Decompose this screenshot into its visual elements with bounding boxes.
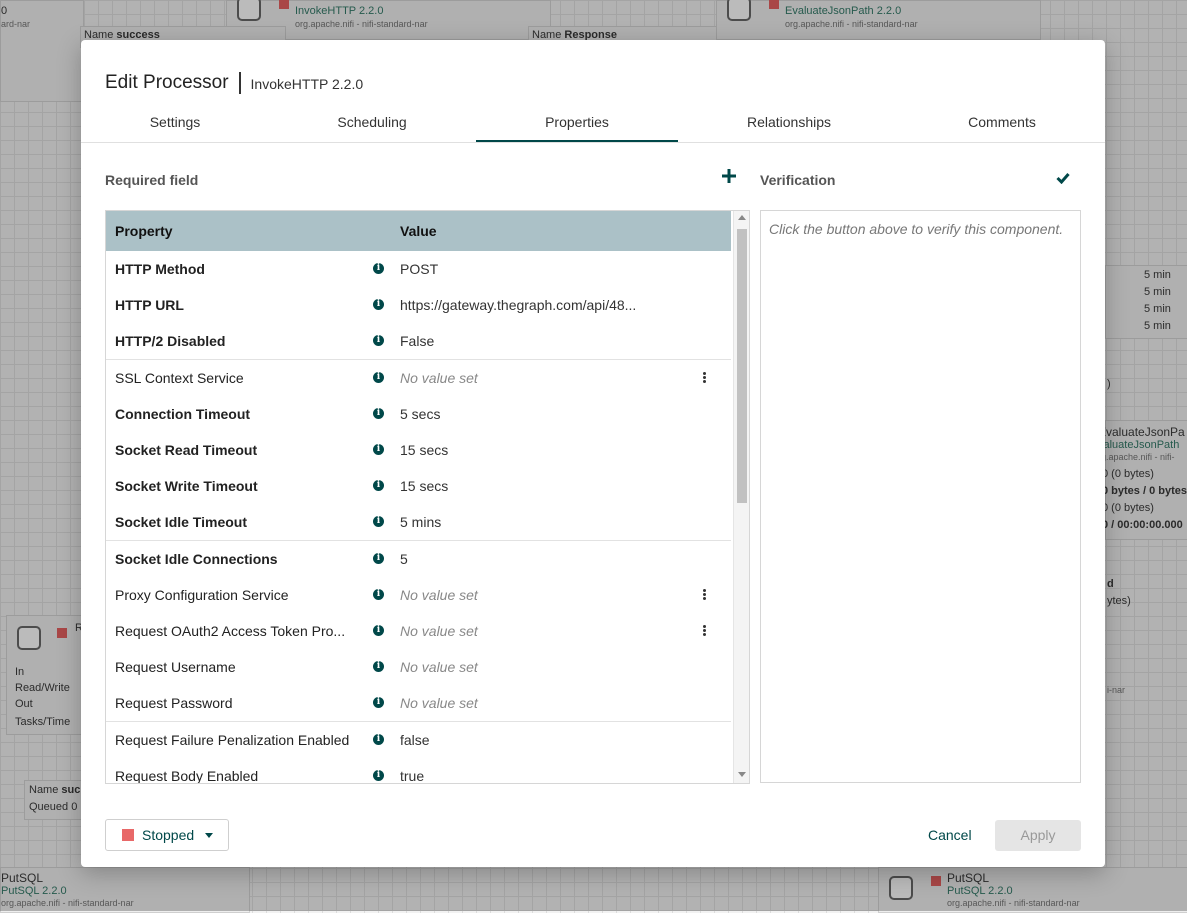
property-value[interactable]: 5 mins xyxy=(400,514,441,530)
info-icon[interactable]: i xyxy=(373,625,384,636)
info-icon[interactable]: i xyxy=(373,733,384,745)
property-value[interactable]: No value set xyxy=(400,695,478,711)
property-value[interactable]: true xyxy=(400,768,424,783)
properties-table: Property Value HTTP Method i POST HTTP URL i… xyxy=(105,210,750,784)
table-row[interactable]: Request Body Enabled i true xyxy=(106,757,731,784)
property-name: HTTP/2 Disabled xyxy=(115,333,226,350)
property-name: HTTP URL xyxy=(115,297,184,314)
table-row[interactable]: Request Failure Penalization Enabled i fal… xyxy=(106,721,731,759)
info-icon[interactable]: i xyxy=(373,371,384,383)
tab-bar: Settings Scheduling Properties Relations… xyxy=(81,102,1105,143)
dialog-title: Edit Processor InvokeHTTP 2.2.0 xyxy=(105,72,363,94)
verification-label: Verification xyxy=(760,172,836,188)
table-row[interactable]: Socket Idle Timeout i 5 mins xyxy=(106,504,731,542)
caret-down-icon xyxy=(205,833,213,838)
table-row[interactable]: Proxy Configuration Service i No value set xyxy=(106,576,731,614)
property-name: Request Body Enabled xyxy=(115,767,259,784)
stopped-icon xyxy=(122,829,134,841)
property-value[interactable]: No value set xyxy=(400,587,478,603)
run-status-button[interactable]: Stopped xyxy=(105,819,229,851)
table-row[interactable]: SSL Context Service i No value set xyxy=(106,359,731,397)
table-scrollbar[interactable] xyxy=(733,211,749,783)
table-row[interactable]: Request OAuth2 Access Token Pro... i No va… xyxy=(106,613,731,650)
property-value[interactable]: 15 secs xyxy=(400,442,448,458)
cancel-button[interactable]: Cancel xyxy=(928,827,972,843)
tab-comments[interactable]: Comments xyxy=(902,102,1102,142)
table-row[interactable]: Connection Timeout i 5 secs xyxy=(106,395,731,433)
info-icon[interactable]: i xyxy=(373,697,384,709)
more-options-icon[interactable] xyxy=(703,371,706,384)
header-property: Property xyxy=(115,223,173,239)
table-row[interactable]: Request Password i No value set xyxy=(106,685,731,723)
info-icon[interactable]: i xyxy=(373,444,384,455)
property-name: Socket Read Timeout xyxy=(115,442,258,458)
add-property-icon[interactable] xyxy=(722,169,736,183)
property-value[interactable]: 5 xyxy=(400,551,408,567)
required-field-label: Required field xyxy=(105,172,199,188)
property-value[interactable]: No value set xyxy=(400,623,478,639)
dialog-title-text: Edit Processor xyxy=(105,72,229,93)
table-row[interactable]: Socket Read Timeout i 15 secs xyxy=(106,432,731,469)
verification-panel: Click the button above to verify this co… xyxy=(760,210,1081,783)
header-value: Value xyxy=(400,223,437,239)
table-row[interactable]: HTTP/2 Disabled i False xyxy=(106,323,731,361)
property-name: Request Failure Penalization Enabled xyxy=(115,731,350,748)
property-name: HTTP Method xyxy=(115,261,205,277)
dialog-subtitle: InvokeHTTP 2.2.0 xyxy=(250,76,364,92)
property-name: Request OAuth2 Access Token Pro... xyxy=(115,623,346,639)
property-name: Socket Write Timeout xyxy=(115,478,258,495)
info-icon[interactable]: i xyxy=(373,480,384,492)
scroll-up-icon[interactable] xyxy=(738,215,746,220)
run-status-label: Stopped xyxy=(142,827,195,843)
property-name: Socket Idle Timeout xyxy=(115,514,247,531)
info-icon[interactable]: i xyxy=(373,407,384,419)
title-divider xyxy=(238,72,241,94)
property-name: Socket Idle Connections xyxy=(115,550,278,567)
property-name: Request Password xyxy=(115,695,233,712)
table-row[interactable]: Socket Idle Connections i 5 xyxy=(106,540,731,578)
verify-check-icon[interactable] xyxy=(1056,172,1070,184)
property-value[interactable]: 5 secs xyxy=(400,406,440,422)
info-icon[interactable]: i xyxy=(373,588,384,600)
property-value[interactable]: POST xyxy=(400,261,438,277)
info-icon[interactable]: i xyxy=(373,263,384,274)
info-icon[interactable]: i xyxy=(373,516,384,528)
property-value[interactable]: No value set xyxy=(400,370,478,386)
more-options-icon[interactable] xyxy=(703,625,706,637)
property-value[interactable]: false xyxy=(400,732,430,748)
verification-text: Click the button above to verify this co… xyxy=(769,221,1064,237)
apply-button[interactable]: Apply xyxy=(995,820,1081,851)
more-options-icon[interactable] xyxy=(703,588,706,601)
property-name: Request Username xyxy=(115,659,236,676)
info-icon[interactable]: i xyxy=(373,661,384,673)
tab-settings[interactable]: Settings xyxy=(105,102,245,142)
property-name: Connection Timeout xyxy=(115,405,251,422)
tab-scheduling[interactable]: Scheduling xyxy=(272,102,472,142)
table-row[interactable]: HTTP Method i POST xyxy=(106,251,731,288)
property-value[interactable]: False xyxy=(400,333,434,349)
property-value[interactable]: 15 secs xyxy=(400,478,448,494)
table-row[interactable]: HTTP URL i https://gateway.thegraph.com/ap… xyxy=(106,287,731,325)
tab-properties[interactable]: Properties xyxy=(476,102,678,142)
property-name: SSL Context Service xyxy=(115,369,244,386)
edit-processor-dialog: Edit Processor InvokeHTTP 2.2.0 Settings… xyxy=(81,40,1105,867)
property-value[interactable]: No value set xyxy=(400,659,478,675)
table-row[interactable]: Socket Write Timeout i 15 secs xyxy=(106,468,731,506)
scroll-thumb[interactable] xyxy=(737,229,747,503)
property-value[interactable]: https://gateway.thegraph.com/api/48... xyxy=(400,297,636,313)
scroll-down-icon[interactable] xyxy=(738,772,746,777)
info-icon[interactable]: i xyxy=(373,335,384,347)
info-icon[interactable]: i xyxy=(373,769,384,781)
table-row[interactable]: Request Username i No value set xyxy=(106,649,731,687)
table-header: Property Value xyxy=(106,211,731,251)
tab-relationships[interactable]: Relationships xyxy=(688,102,890,142)
info-icon[interactable]: i xyxy=(373,299,384,311)
property-name: Proxy Configuration Service xyxy=(115,586,289,603)
info-icon[interactable]: i xyxy=(373,552,384,564)
